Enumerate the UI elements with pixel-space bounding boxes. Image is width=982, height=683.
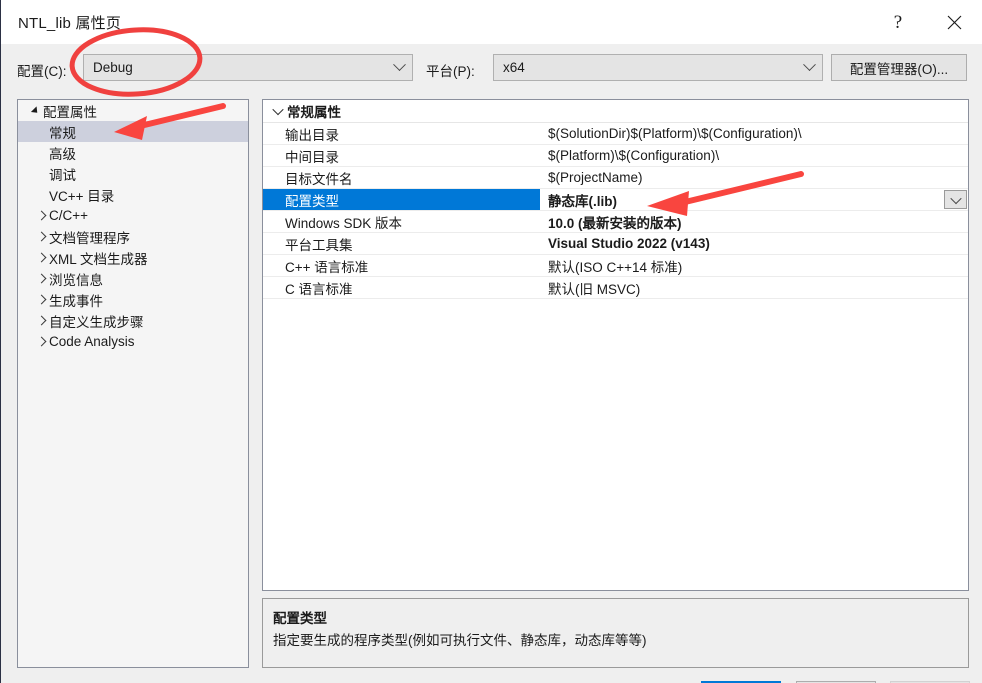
close-button[interactable] xyxy=(931,0,977,44)
property-value[interactable]: 默认(ISO C++14 标准) xyxy=(540,255,968,276)
sidebar-item-label: 生成事件 xyxy=(49,293,103,309)
sidebar-item[interactable]: 配置属性 xyxy=(18,100,248,121)
property-value[interactable]: 默认(旧 MSVC) xyxy=(540,277,968,298)
close-icon xyxy=(947,15,961,29)
configuration-manager-button[interactable]: 配置管理器(O)... xyxy=(831,54,967,81)
sidebar-item-label: VC++ 目录 xyxy=(49,188,115,204)
property-name: 平台工具集 xyxy=(285,237,353,253)
sidebar-item[interactable]: VC++ 目录 xyxy=(18,184,248,205)
configuration-tree[interactable]: 配置属性常规高级调试 VC++ 目录 C/C++ 文档管理程序 XML 文档生成器 浏览信… xyxy=(17,99,249,668)
sidebar-item-label: 浏览信息 xyxy=(49,272,103,288)
configuration-dropdown[interactable]: Debug xyxy=(83,54,413,81)
sidebar-item-label: 配置属性 xyxy=(43,104,97,120)
triangle-right-icon[interactable] xyxy=(34,252,49,263)
property-row[interactable]: 目标文件名 $(ProjectName) xyxy=(263,167,968,189)
title-bar: NTL_lib 属性页 ? xyxy=(1,0,982,44)
sidebar-item[interactable]: 调试 xyxy=(18,163,248,184)
property-value[interactable]: 静态库(.lib) xyxy=(540,189,968,210)
property-value[interactable]: $(SolutionDir)$(Platform)\$(Configuratio… xyxy=(540,123,968,144)
property-row[interactable]: C 语言标准 默认(旧 MSVC) xyxy=(263,277,968,299)
platform-value: x64 xyxy=(503,60,525,75)
sidebar-item[interactable]: Code Analysis xyxy=(18,331,248,352)
property-row[interactable]: C++ 语言标准 默认(ISO C++14 标准) xyxy=(263,255,968,277)
sidebar-item[interactable]: C/C++ xyxy=(18,205,248,226)
property-row-list: 输出目录 $(SolutionDir)$(Platform)\$(Configur… xyxy=(263,123,968,299)
sidebar-item-label: Code Analysis xyxy=(49,334,135,349)
sidebar-item-label: 常规 xyxy=(49,125,76,141)
property-row[interactable]: 配置类型 静态库(.lib) xyxy=(263,189,968,211)
sidebar-item[interactable]: 常规 xyxy=(18,121,248,142)
property-row[interactable]: Windows SDK 版本 10.0 (最新安装的版本) xyxy=(263,211,968,233)
sidebar-item[interactable]: 高级 xyxy=(18,142,248,163)
property-name: C++ 语言标准 xyxy=(285,259,369,275)
description-panel: 配置类型 指定要生成的程序类型(例如可执行文件、静态库，动态库等等) xyxy=(262,598,969,668)
question-mark-icon: ? xyxy=(893,11,903,33)
triangle-right-icon[interactable] xyxy=(34,231,49,242)
property-name: 输出目录 xyxy=(285,127,339,143)
chevron-down-icon xyxy=(949,192,962,204)
property-value-dropdown-button[interactable] xyxy=(944,190,967,209)
property-group-header[interactable]: 常规属性 xyxy=(263,100,968,123)
sidebar-item-label: 自定义生成步骤 xyxy=(49,314,144,330)
window-title: NTL_lib 属性页 xyxy=(18,15,122,32)
property-row[interactable]: 中间目录 $(Platform)\$(Configuration)\ xyxy=(263,145,968,167)
sidebar-item[interactable]: 自定义生成步骤 xyxy=(18,310,248,331)
description-title: 配置类型 xyxy=(273,611,327,626)
property-grid[interactable]: 常规属性 输出目录 $(SolutionDir)$(Platform)\$(Con… xyxy=(262,99,969,591)
property-value[interactable]: $(Platform)\$(Configuration)\ xyxy=(540,145,968,166)
configuration-label: 配置(C): xyxy=(17,64,67,79)
property-name: C 语言标准 xyxy=(285,281,353,297)
sidebar-item-label: 高级 xyxy=(49,146,76,162)
sidebar-item[interactable]: 生成事件 xyxy=(18,289,248,310)
property-value[interactable]: $(ProjectName) xyxy=(540,167,968,188)
sidebar-item-label: 调试 xyxy=(49,167,76,183)
property-value[interactable]: 10.0 (最新安装的版本) xyxy=(540,211,968,232)
property-name: 中间目录 xyxy=(285,149,339,165)
dialog-body: 配置(C): Debug 平台(P): x64 配置管理器(O)... 配置属性… xyxy=(1,44,982,683)
property-name: 目标文件名 xyxy=(285,171,353,187)
triangle-right-icon[interactable] xyxy=(34,336,49,347)
triangle-right-icon[interactable] xyxy=(34,315,49,326)
sidebar-item[interactable]: 浏览信息 xyxy=(18,268,248,289)
property-group-label: 常规属性 xyxy=(287,105,341,120)
property-row[interactable]: 输出目录 $(SolutionDir)$(Platform)\$(Configur… xyxy=(263,123,968,145)
chevron-down-icon xyxy=(796,55,822,80)
chevron-down-icon xyxy=(269,103,287,116)
sidebar-item-label: C/C++ xyxy=(49,208,89,223)
property-name: 配置类型 xyxy=(263,189,540,210)
triangle-right-icon[interactable] xyxy=(34,210,49,221)
configuration-value: Debug xyxy=(93,60,133,75)
property-name: Windows SDK 版本 xyxy=(285,215,403,231)
property-value[interactable]: Visual Studio 2022 (v143) xyxy=(540,233,968,254)
sidebar-item-label: XML 文档生成器 xyxy=(49,251,148,267)
chevron-down-icon xyxy=(386,55,412,80)
property-row[interactable]: 平台工具集 Visual Studio 2022 (v143) xyxy=(263,233,968,255)
triangle-right-icon[interactable] xyxy=(34,294,49,305)
platform-label: 平台(P): xyxy=(426,64,475,79)
triangle-down-icon[interactable] xyxy=(28,105,43,116)
sidebar-item[interactable]: 文档管理程序 xyxy=(18,226,248,247)
property-pages-dialog: NTL_lib 属性页 ? 配置(C): Debug 平台(P): x64 配置… xyxy=(0,0,982,683)
help-button[interactable]: ? xyxy=(875,0,921,44)
platform-dropdown[interactable]: x64 xyxy=(493,54,823,81)
sidebar-item-label: 文档管理程序 xyxy=(49,230,130,246)
triangle-right-icon[interactable] xyxy=(34,273,49,284)
description-text: 指定要生成的程序类型(例如可执行文件、静态库，动态库等等) xyxy=(273,633,647,648)
sidebar-item[interactable]: XML 文档生成器 xyxy=(18,247,248,268)
